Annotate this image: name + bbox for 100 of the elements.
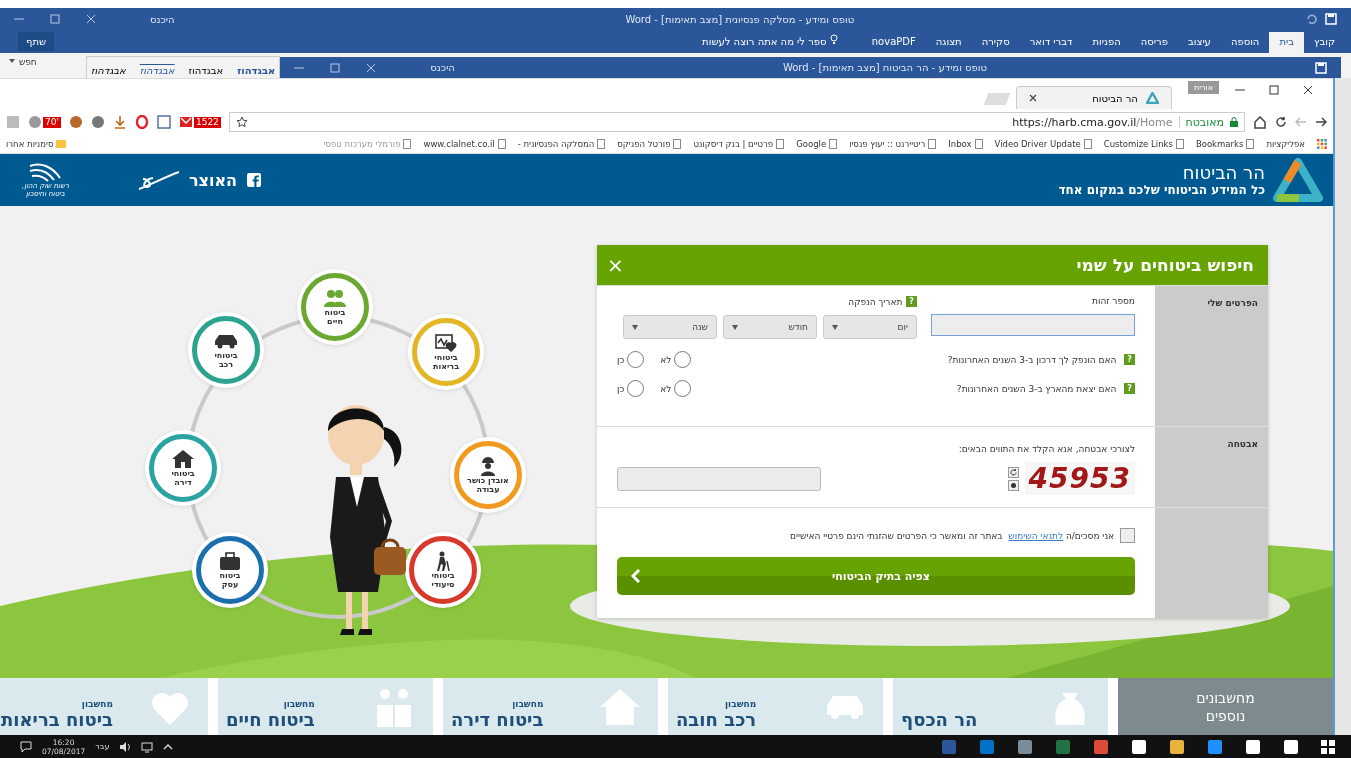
view-portfolio-button[interactable]: צפיה בתיק הביטוחי — [617, 557, 1135, 595]
people-icon — [322, 288, 348, 308]
tile-title: ביטוח דירה — [451, 709, 544, 731]
ribbon-tab[interactable]: בית — [1269, 32, 1304, 53]
dropdown[interactable]: יום — [823, 315, 917, 339]
terms-link[interactable]: לתנאי השימוש — [1008, 530, 1064, 541]
insurance-type-button[interactable]: ביטוח חיים — [301, 273, 369, 341]
audio-icon[interactable] — [1007, 479, 1019, 491]
calculator-tile[interactable]: מחשבון רכב חובה — [668, 678, 883, 735]
bookmark-link[interactable]: Video Driver Update — [994, 139, 1092, 149]
bookmark-link[interactable]: Inbox — [948, 139, 983, 149]
network-icon[interactable] — [141, 740, 154, 753]
ribbon-tab[interactable]: הפניות — [1082, 32, 1131, 53]
taskbar-app-icon[interactable] — [1245, 738, 1261, 755]
close-icon[interactable] — [1028, 94, 1037, 102]
share-button[interactable]: שתף — [18, 32, 55, 51]
save-icon[interactable] — [1325, 13, 1337, 25]
maximize-icon[interactable] — [1269, 85, 1279, 95]
language-indicator[interactable]: עבר — [95, 742, 110, 751]
forward-icon[interactable] — [1315, 116, 1327, 128]
film-reel-icon[interactable] — [90, 115, 105, 129]
notifications-icon[interactable] — [20, 740, 32, 753]
ribbon-tab[interactable]: דברי דואר — [1019, 32, 1083, 53]
ribbon-tab[interactable]: קובץ — [1304, 32, 1345, 53]
insurance-type-button[interactable]: ביטוח עסק — [196, 536, 264, 604]
ribbon-tab[interactable]: תצוגה — [925, 32, 972, 53]
insurance-type-button[interactable]: ביטוחי רכב — [192, 316, 260, 384]
dropdown[interactable]: חודש — [723, 315, 817, 339]
ribbon-tab[interactable]: סקירה — [971, 32, 1020, 53]
bookmark-link[interactable]: פרטיים | בנק דיסקונט — [693, 139, 785, 149]
radio-button[interactable] — [674, 351, 692, 368]
refresh-icon[interactable] — [1007, 466, 1019, 478]
apps-icon[interactable] — [1317, 139, 1327, 149]
close-icon[interactable] — [1303, 85, 1313, 95]
start-icon[interactable] — [1321, 739, 1335, 754]
taskbar-app-icon[interactable] — [1131, 738, 1147, 755]
bookmark-link[interactable]: פורטל הפניקס — [617, 139, 682, 149]
caret-icon — [732, 324, 738, 330]
bookmarks-folder[interactable]: סימניות אחרו — [6, 139, 67, 149]
radio-label: כן — [617, 354, 625, 365]
insurance-type-button[interactable]: ביטוחי דירה — [149, 434, 217, 502]
bookmark-link[interactable]: www.clalnet.co.il — [423, 139, 506, 149]
weather-extension[interactable]: 70' — [28, 115, 61, 129]
radio-button[interactable] — [627, 351, 645, 368]
calculator-icon[interactable] — [156, 115, 171, 129]
reload-icon[interactable] — [1275, 116, 1287, 128]
id-number-field[interactable] — [931, 314, 1135, 336]
calculator-tile[interactable]: מחשבון ביטוח דירה — [443, 678, 658, 735]
save-icon[interactable] — [1315, 61, 1327, 74]
bookmark-link[interactable]: Customize Links — [1103, 139, 1184, 149]
caret-icon[interactable] — [163, 742, 174, 751]
ribbon-tab[interactable]: novaPDF — [861, 32, 926, 53]
sign-in-link[interactable]: היכנס — [150, 13, 175, 25]
taskbar-app-icon[interactable] — [1169, 738, 1185, 755]
opera-icon[interactable] — [134, 115, 149, 129]
bookmark-link[interactable]: המסלקה הפנסיונית - — [517, 139, 606, 149]
extension-icon[interactable] — [68, 115, 83, 129]
checkbox[interactable] — [1120, 528, 1135, 543]
style-preview[interactable]: אבגדהוז — [237, 65, 276, 79]
dropdown[interactable]: שנה — [623, 315, 717, 339]
wave-logo-icon — [28, 162, 63, 182]
ribbon-tab[interactable]: הוספה — [1220, 32, 1270, 53]
insurance-type-button[interactable]: ביטוחי בריאות — [412, 318, 480, 386]
sign-in-link[interactable]: היכנס — [430, 62, 455, 73]
calculator-tile[interactable]: מחשבון ביטוח בריאות — [0, 678, 208, 735]
restore-icon[interactable] — [50, 14, 60, 24]
ribbon-tab[interactable]: עיצוב — [1177, 32, 1221, 53]
volume-icon[interactable] — [119, 740, 132, 753]
mail-icon — [178, 115, 193, 129]
section-label: הפרטים שלי — [1207, 298, 1258, 308]
briefcase-icon — [217, 551, 243, 571]
taskbar-app-icon[interactable] — [1207, 738, 1223, 755]
ribbon-tab[interactable]: פריסה — [1130, 32, 1178, 53]
bookmark-link[interactable]: Google — [796, 139, 838, 149]
insurance-type-button[interactable]: אובדן כושר עבודה — [454, 441, 522, 509]
find-button[interactable]: חפש — [0, 53, 86, 71]
style-preview[interactable]: אבגדהוז — [188, 65, 224, 79]
house-icon — [170, 449, 196, 469]
insurance-type-button[interactable]: ביטוחי סיעודי — [409, 536, 477, 604]
browser-tab[interactable]: הר הביטוח — [1015, 86, 1172, 109]
calculator-tile[interactable]: מחשבון ביטוח חיים — [218, 678, 433, 735]
home-icon[interactable] — [1253, 115, 1267, 129]
calculator-tile[interactable]: הר הכסף — [893, 678, 1108, 735]
heart-monitor-icon — [433, 333, 459, 353]
style-preview[interactable]: אבגדהוז — [91, 65, 126, 79]
cloud-icon — [28, 115, 42, 129]
bookmark-link[interactable]: אפליקציות — [1266, 139, 1305, 149]
radio-button[interactable] — [674, 380, 692, 397]
captcha-field[interactable] — [617, 466, 821, 491]
radio-button[interactable] — [627, 380, 645, 397]
download-icon[interactable] — [112, 115, 127, 129]
undo-icon[interactable] — [1305, 13, 1317, 25]
facebook-icon[interactable] — [247, 173, 262, 187]
tell-me-field[interactable]: ספר לי מה אתה רוצה לעשות — [702, 34, 838, 53]
window-title: טופס ומידע - מסלקה פנסיונית [מצב תאימות] - Word — [624, 13, 856, 25]
taskbar-app-icon[interactable] — [1283, 738, 1299, 755]
bookmark-link[interactable]: ריטיירנט :: יעוץ פנסיו — [849, 139, 937, 149]
style-preview[interactable]: אבגדהוז — [139, 65, 175, 79]
more-calculators-tile[interactable]: מחשבונים נוספים — [1118, 678, 1333, 735]
bookmark-link[interactable]: Bookmarks — [1195, 139, 1255, 149]
